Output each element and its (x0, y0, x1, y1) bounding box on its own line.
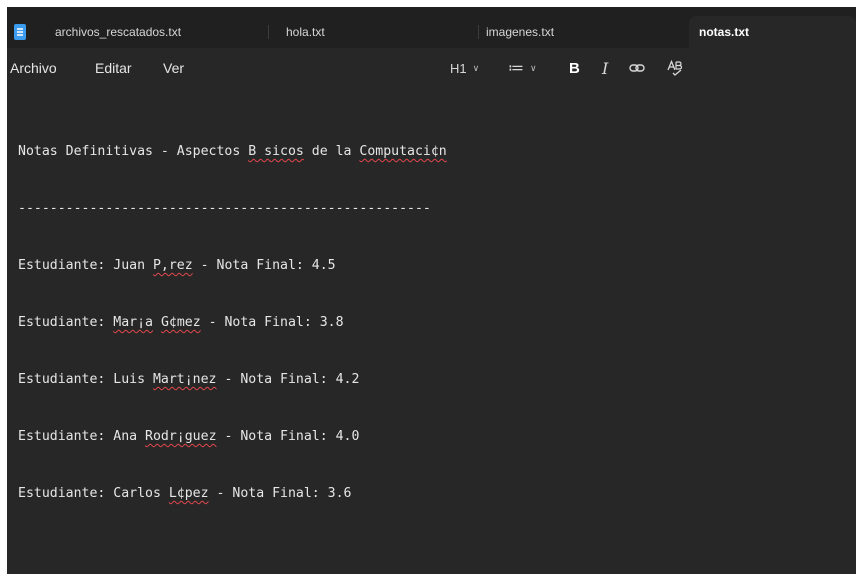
tab-label: archivos_rescatados.txt (55, 25, 182, 39)
menu-ver[interactable]: Ver (163, 48, 184, 88)
tab-bar: archivos_rescatados.txt hola.txt imagene… (7, 7, 856, 48)
misspelled-word: L¢pez (168, 486, 209, 501)
notepad-window: archivos_rescatados.txt hola.txt imagene… (7, 7, 856, 574)
tab-label: hola.txt (286, 25, 325, 39)
chevron-down-icon: ∨ (530, 62, 537, 73)
link-icon (629, 64, 645, 72)
misspelled-word: G¢mez (160, 315, 201, 330)
tab-imagenes[interactable]: imagenes.txt (479, 16, 689, 48)
tab-notas[interactable]: notas.txt (689, 16, 856, 48)
tab-archivos-rescatados[interactable]: archivos_rescatados.txt (7, 16, 269, 48)
student-line: Estudiante: Juan P‚rez - Nota Final: 4.5 (18, 258, 336, 273)
tab-label: notas.txt (699, 25, 750, 39)
spellcheck-icon (667, 60, 683, 76)
student-line: Estudiante: Ana Rodr¡guez - Nota Final: … (18, 429, 360, 444)
misspelled-word: Mar¡a (113, 315, 153, 330)
tab-label: imagenes.txt (486, 25, 555, 39)
student-line: Estudiante: Mar¡a G¢mez - Nota Final: 3.… (18, 315, 344, 330)
tab-hola[interactable]: hola.txt (269, 16, 479, 48)
misspelled-word: Rodr¡guez (145, 429, 217, 444)
list-icon: ≔ (508, 60, 524, 77)
text-editor[interactable]: Notas Definitivas - Aspectos B sicos de … (7, 88, 856, 574)
italic-button[interactable]: I (602, 56, 608, 80)
student-line: Estudiante: Luis Mart¡nez - Nota Final: … (18, 372, 360, 387)
spellcheck-button[interactable] (667, 56, 683, 80)
divider-line: ----------------------------------------… (18, 201, 431, 216)
misspelled-word: Mart¡nez (152, 372, 217, 387)
heading-dropdown[interactable]: H1 ∨ (450, 56, 479, 80)
list-dropdown[interactable]: ≔ ∨ (508, 56, 537, 80)
heading-label: H1 (450, 60, 467, 76)
menu-editar[interactable]: Editar (95, 48, 132, 88)
misspelled-word: B sicos (248, 144, 304, 159)
misspelled-word: Computaci¢n (359, 144, 447, 159)
chevron-down-icon: ∨ (472, 62, 480, 73)
student-line: Estudiante: Carlos L¢pez - Nota Final: 3… (18, 486, 352, 501)
notepad-file-icon (14, 24, 26, 40)
menu-bar: Archivo Editar Ver H1 ∨ ≔ ∨ B I (7, 48, 856, 88)
menu-archivo[interactable]: Archivo (10, 48, 57, 88)
link-button[interactable] (629, 56, 645, 80)
document-title: Notas Definitivas - Aspectos B sicos de … (18, 144, 447, 159)
misspelled-word: P‚rez (152, 258, 193, 273)
bold-button[interactable]: B (569, 56, 580, 80)
